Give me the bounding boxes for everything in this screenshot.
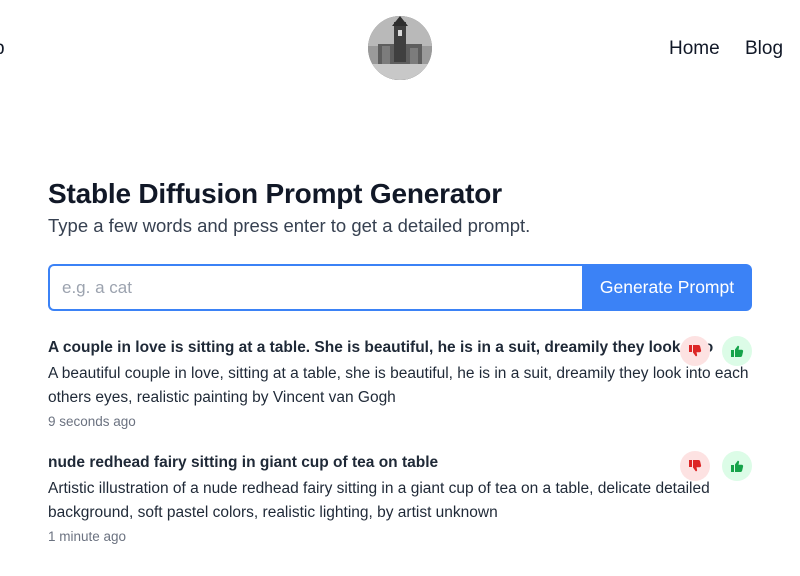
thumbs-up-icon [731, 345, 744, 357]
site-brand[interactable]: p [0, 38, 5, 60]
result-output-text: Artistic illustration of a nude redhead … [48, 480, 710, 521]
nav-blog[interactable]: Blog [745, 38, 783, 60]
page-subtitle: Type a few words and press enter to get … [48, 215, 531, 236]
upvote-button[interactable] [722, 336, 752, 366]
list-item: nude redhead fairy sitting in giant cup … [48, 451, 752, 546]
result-timestamp: 1 minute ago [48, 529, 127, 544]
generate-prompt-button[interactable]: Generate Prompt [582, 264, 752, 311]
prompt-form: Generate Prompt [48, 264, 752, 311]
downvote-button[interactable] [680, 451, 710, 481]
list-item: A couple in love is sitting at a table. … [48, 336, 752, 431]
results-list: A couple in love is sitting at a table. … [48, 336, 752, 546]
main-content: Stable Diffusion Prompt Generator Type a… [48, 176, 752, 544]
thumbs-up-icon [731, 460, 744, 472]
result-input-text: nude redhead fairy sitting in giant cup … [48, 454, 439, 471]
page-title: Stable Diffusion Prompt Generator [48, 178, 502, 209]
nav-home[interactable]: Home [669, 38, 720, 60]
thumbs-down-icon [689, 460, 702, 472]
downvote-button[interactable] [680, 336, 710, 366]
thumbs-down-icon [689, 345, 702, 357]
prompt-input[interactable] [48, 264, 582, 311]
site-header: p Home Blog [0, 0, 800, 100]
result-output-text: A beautiful couple in love, sitting at a… [48, 365, 749, 406]
page: p Home Blog Stable Diffusion Prompt Gene… [0, 0, 800, 576]
avatar-image [368, 16, 432, 80]
avatar[interactable] [368, 16, 432, 80]
result-input-text: A couple in love is sitting at a table. … [48, 339, 714, 356]
upvote-button[interactable] [722, 451, 752, 481]
result-timestamp: 9 seconds ago [48, 414, 136, 429]
